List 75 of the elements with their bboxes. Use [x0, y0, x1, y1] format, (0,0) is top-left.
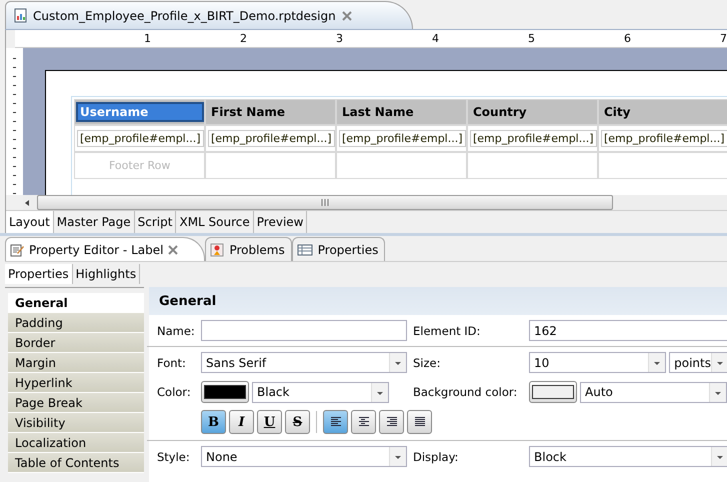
ruler-number: 3	[335, 32, 343, 45]
dropdown-field[interactable]: 10	[529, 352, 666, 373]
format-button[interactable]: I	[229, 410, 254, 434]
field-label: Element ID:	[413, 324, 482, 338]
sub-tab[interactable]: Properties	[5, 264, 73, 284]
close-icon[interactable]	[342, 10, 352, 20]
column-header[interactable]: Last Name	[336, 99, 467, 125]
align-button[interactable]	[407, 410, 432, 434]
dropdown-field[interactable]: Block	[529, 446, 727, 467]
data-field[interactable]: [emp_profile#empl...]	[208, 130, 335, 147]
dropdown-field[interactable]: Sans Serif	[201, 352, 407, 373]
panel-tab[interactable]: Problems	[205, 237, 292, 261]
format-button[interactable]: U	[257, 410, 282, 434]
dropdown-field[interactable]: points	[669, 352, 727, 373]
panel-tab[interactable]: Property Editor - Label	[5, 237, 206, 261]
category-item[interactable]: Hyperlink	[8, 373, 144, 393]
footer-row-label: Footer Row	[109, 159, 170, 172]
category-item[interactable]: Table of Contents	[8, 453, 144, 473]
align-button[interactable]	[351, 410, 376, 434]
file-tab[interactable]: Custom_Employee_Profile_x_BIRT_Demo.rptdesign	[5, 1, 413, 29]
field-label: Font:	[157, 356, 187, 370]
align-right-icon	[384, 416, 398, 428]
column-header[interactable]: First Name	[205, 99, 336, 125]
category-item[interactable]: Visibility	[8, 413, 144, 433]
align-justify-icon	[412, 416, 426, 428]
align-center-icon	[356, 416, 370, 428]
category-item[interactable]: Margin	[8, 353, 144, 373]
data-field[interactable]: [emp_profile#empl...]	[601, 130, 727, 147]
field-label: Background color:	[413, 385, 518, 399]
column-header[interactable]: Username	[74, 99, 205, 125]
field-label: Color:	[157, 385, 192, 399]
ruler-number: 7	[719, 32, 727, 45]
table-icon	[296, 244, 313, 256]
category-item[interactable]: Padding	[8, 313, 144, 333]
color-swatch-button[interactable]	[529, 381, 577, 403]
category-item[interactable]: Page Break	[8, 393, 144, 413]
column-header[interactable]: Country	[467, 99, 598, 125]
align-button[interactable]	[379, 410, 404, 434]
section-header: General	[149, 287, 727, 315]
field-label: Name:	[157, 324, 195, 338]
category-item[interactable]: Localization	[8, 433, 144, 453]
data-field[interactable]: [emp_profile#empl...]	[77, 130, 204, 147]
view-tab[interactable]: Layout	[6, 211, 54, 233]
scrollbar-thumb[interactable]	[37, 195, 613, 210]
ruler-number: 4	[431, 32, 439, 45]
align-button[interactable]	[323, 410, 348, 434]
dropdown-field[interactable]: Auto	[580, 382, 727, 402]
close-icon[interactable]	[168, 244, 178, 254]
field-label: Size:	[413, 356, 442, 370]
name-input[interactable]	[201, 320, 407, 341]
panel-tab[interactable]: Properties	[292, 237, 386, 261]
field-label: Style:	[157, 450, 191, 464]
data-field[interactable]: [emp_profile#empl...]	[339, 130, 466, 147]
dropdown-field[interactable]: Black	[252, 382, 389, 402]
ruler-number: 2	[239, 32, 247, 45]
color-swatch	[204, 385, 246, 399]
category-item[interactable]: General	[8, 293, 144, 313]
file-tab-title: Custom_Employee_Profile_x_BIRT_Demo.rptdesign	[33, 8, 336, 22]
data-field[interactable]: [emp_profile#empl...]	[470, 130, 597, 147]
format-button[interactable]: B	[201, 410, 226, 434]
column-header[interactable]: City	[598, 99, 727, 125]
format-button[interactable]: S	[285, 410, 310, 434]
color-swatch-button[interactable]	[201, 381, 249, 403]
report-file-icon	[14, 8, 27, 23]
edit-icon	[10, 242, 24, 256]
align-left-icon	[328, 416, 342, 428]
color-swatch	[532, 385, 574, 399]
dropdown-field[interactable]: None	[201, 446, 407, 467]
element-id-input[interactable]: 162	[529, 320, 727, 341]
ruler-number: 6	[623, 32, 631, 45]
field-label: Display:	[413, 450, 460, 464]
ruler-number: 1	[143, 32, 151, 45]
category-item[interactable]: Border	[8, 333, 144, 353]
ruler-number: 5	[527, 32, 535, 45]
problems-icon	[210, 242, 224, 256]
